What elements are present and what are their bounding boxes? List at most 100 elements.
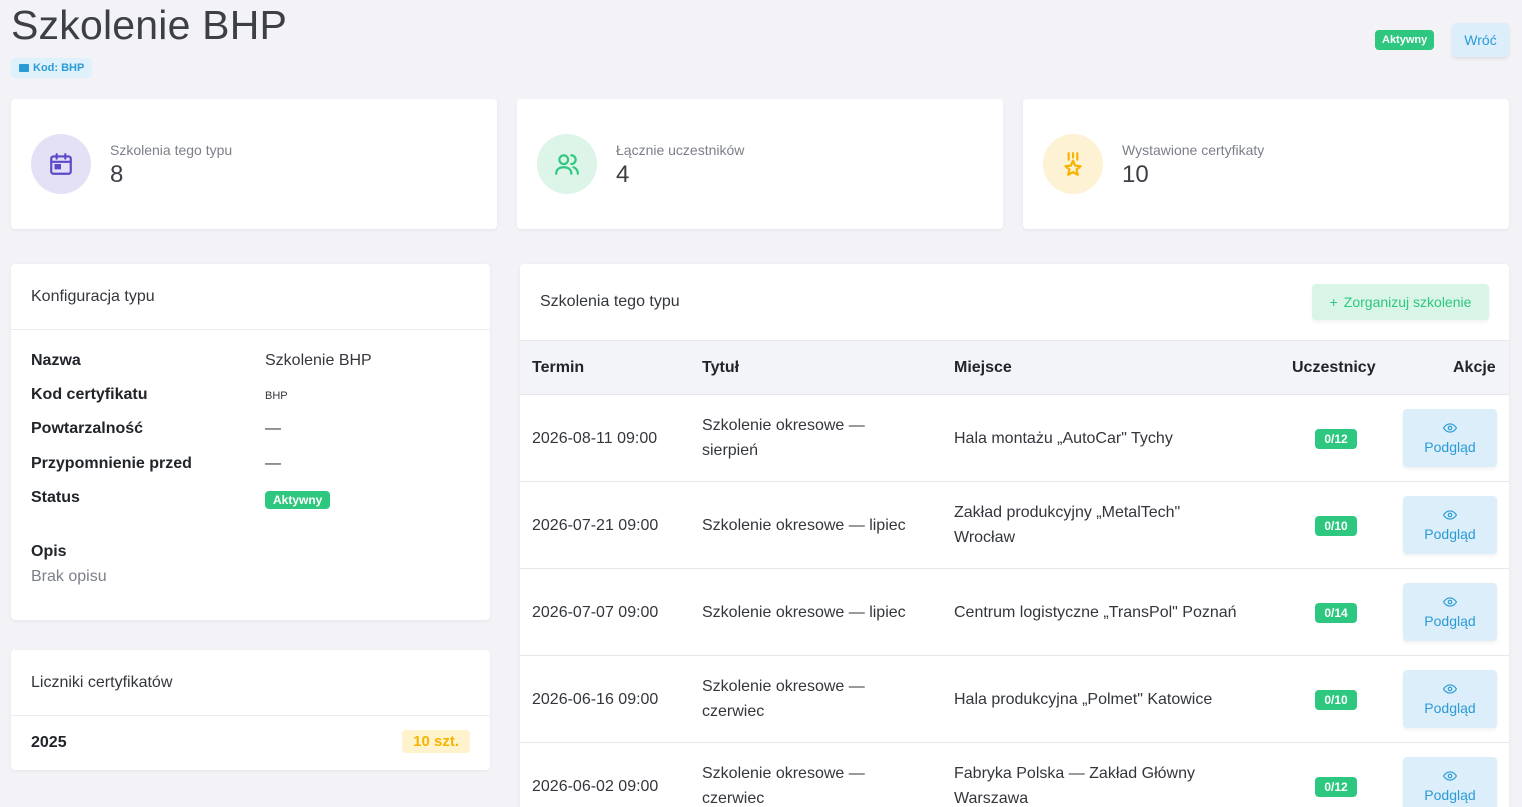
config-key: Przypomnienie przed	[31, 455, 192, 472]
cell-place-line: Zakład produkcyjny „MetalTech"	[954, 504, 1181, 521]
stat-card-trainings: Szkolenia tego typu 8	[11, 99, 497, 229]
table-row: 2026-06-02 09:00 Szkolenie okresowe — czer…	[520, 743, 1509, 807]
cell-title-line: Szkolenie okresowe —	[702, 417, 865, 434]
column-actions: Akcje	[1453, 359, 1496, 376]
stat-card-certificates: Wystawione certyfikaty 10	[1023, 99, 1509, 229]
participants-badge: 0/12	[1315, 777, 1357, 797]
config-key: Powtarzalność	[31, 420, 144, 437]
cell-place-line: Fabryka Polska — Zakład Główny	[954, 765, 1195, 782]
column-place: Miejsce	[954, 359, 1012, 376]
cell-title-line: czerwiec	[702, 703, 765, 720]
cell-date: 2026-08-11 09:00	[532, 430, 658, 447]
config-row-status: Status Aktywny	[31, 489, 331, 509]
view-button-label: Podgląd	[1424, 787, 1476, 803]
table-row: 2026-07-07 09:00 Szkolenie okresowe — lip…	[520, 569, 1509, 656]
code-badge-label: Kod: BHP	[33, 62, 85, 74]
cell-place-line: Wrocław	[954, 529, 1016, 546]
view-button-label: Podgląd	[1424, 613, 1476, 629]
stat-value: 8	[110, 161, 124, 188]
eye-icon	[1443, 423, 1457, 433]
stat-card-participants: Łącznie uczestników 4	[517, 99, 1003, 229]
cell-title-line: Szkolenie okresowe —	[702, 678, 865, 695]
eye-icon	[1443, 510, 1457, 520]
stat-value: 4	[616, 161, 630, 188]
organize-training-label: Zorganizuj szkolenie	[1343, 294, 1472, 310]
calendar-icon	[31, 134, 91, 194]
config-row-recurrence: Powtarzalność —	[31, 420, 281, 438]
counter-year: 2025	[31, 734, 67, 751]
cell-title: Szkolenie okresowe — lipiec	[702, 600, 906, 625]
cell-place: Centrum logistyczne „TransPol" Poznań	[954, 600, 1237, 625]
view-button-label: Podgląd	[1424, 439, 1476, 455]
column-title: Tytuł	[702, 359, 740, 376]
stat-value: 10	[1122, 161, 1149, 188]
participants-badge: 0/10	[1315, 516, 1357, 536]
config-key: Nazwa	[31, 352, 81, 369]
organize-training-button[interactable]: + Zorganizuj szkolenie	[1312, 284, 1489, 320]
cell-place-line: Hala produkcyjna „Polmet" Katowice	[954, 691, 1213, 708]
cell-place: Zakład produkcyjny „MetalTech" Wrocław	[954, 500, 1180, 550]
table-header: Termin Tytuł Miejsce Uczestnicy Akcje	[520, 340, 1509, 395]
view-button-label: Podgląd	[1424, 700, 1476, 716]
cell-date: 2026-07-21 09:00	[532, 517, 659, 534]
book-icon	[19, 64, 29, 72]
cell-title: Szkolenie okresowe — czerwiec	[702, 674, 865, 724]
cell-title: Szkolenie okresowe — czerwiec	[702, 761, 865, 807]
counters-title: Liczniki certyfikatów	[31, 674, 173, 691]
code-badge: Kod: BHP	[11, 58, 93, 78]
eye-icon	[1443, 771, 1457, 781]
cell-date: 2026-06-02 09:00	[532, 778, 659, 795]
config-key: Kod certyfikatu	[31, 386, 148, 403]
cell-date: 2026-06-16 09:00	[532, 691, 659, 708]
config-value: —	[265, 420, 281, 437]
config-row-reminder: Przypomnienie przed —	[31, 455, 281, 473]
cell-place: Fabryka Polska — Zakład Główny Warszawa	[954, 761, 1195, 807]
plus-icon: +	[1329, 294, 1338, 310]
view-button-label: Podgląd	[1424, 526, 1476, 542]
column-date: Termin	[532, 359, 585, 376]
stat-label: Łącznie uczestników	[616, 142, 745, 158]
participants-badge: 0/12	[1315, 429, 1357, 449]
status-badge: Aktywny	[1375, 30, 1435, 50]
back-button[interactable]: Wróć	[1452, 23, 1509, 57]
view-button[interactable]: Podgląd	[1403, 583, 1497, 641]
view-button[interactable]: Podgląd	[1403, 670, 1497, 728]
cell-place-line: Hala montażu „AutoCar" Tychy	[954, 430, 1173, 447]
cell-title-line: Szkolenie okresowe — lipiec	[702, 517, 906, 534]
status-badge: Aktywny	[265, 491, 331, 509]
cell-title: Szkolenie okresowe — lipiec	[702, 513, 906, 538]
participants-badge: 0/14	[1315, 603, 1357, 623]
config-title: Konfiguracja typu	[31, 288, 155, 305]
config-key: Status	[31, 489, 80, 506]
counter-count-badge: 10 szt.	[402, 730, 470, 753]
cell-date: 2026-07-07 09:00	[532, 604, 659, 621]
cell-place-line: Warszawa	[954, 790, 1029, 807]
view-button[interactable]: Podgląd	[1403, 409, 1497, 467]
column-participants: Uczestnicy	[1292, 359, 1376, 376]
trainings-table-card: Szkolenia tego typu + Zorganizuj szkolen…	[520, 264, 1509, 807]
table-row: 2026-07-21 09:00 Szkolenie okresowe — lip…	[520, 482, 1509, 569]
page-title: Szkolenie BHP	[11, 2, 288, 48]
config-description-label: Opis	[31, 543, 67, 560]
cell-title: Szkolenie okresowe — sierpień	[702, 413, 865, 463]
eye-icon	[1443, 684, 1457, 694]
table-row: 2026-06-16 09:00 Szkolenie okresowe — czer…	[520, 656, 1509, 743]
cell-title-line: czerwiec	[702, 790, 765, 807]
table-row: 2026-08-11 09:00 Szkolenie okresowe — sier…	[520, 395, 1509, 482]
config-description-value: Brak opisu	[31, 568, 107, 585]
eye-icon	[1443, 597, 1457, 607]
stat-label: Szkolenia tego typu	[110, 142, 233, 158]
config-value: Szkolenie BHP	[265, 352, 372, 369]
config-value: BHP	[265, 390, 288, 402]
cell-title-line: Szkolenie okresowe — lipiec	[702, 604, 906, 621]
config-row-name: Nazwa Szkolenie BHP	[31, 352, 372, 370]
config-row-cert-code: Kod certyfikatu BHP	[31, 386, 288, 404]
cell-place-line: Centrum logistyczne „TransPol" Poznań	[954, 604, 1237, 621]
view-button[interactable]: Podgląd	[1403, 757, 1497, 807]
participants-badge: 0/10	[1315, 690, 1357, 710]
cell-title-line: sierpień	[702, 442, 759, 459]
stat-label: Wystawione certyfikaty	[1122, 142, 1265, 158]
cell-place: Hala montażu „AutoCar" Tychy	[954, 426, 1173, 451]
view-button[interactable]: Podgląd	[1403, 496, 1497, 554]
cell-title-line: Szkolenie okresowe —	[702, 765, 865, 782]
